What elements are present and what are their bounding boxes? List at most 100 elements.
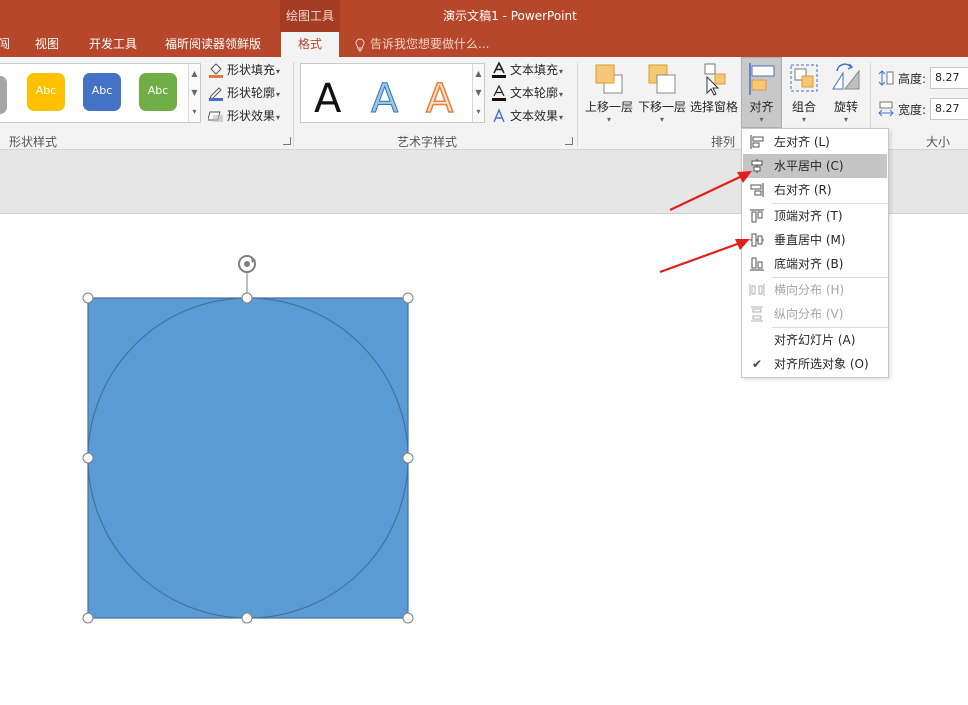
menu-item-label: 垂直居中 (M) <box>774 233 846 247</box>
width-input[interactable]: 8.27 <box>930 98 968 120</box>
tell-me-text: 告诉我您想要做什么... <box>370 37 490 51</box>
height-icon <box>878 70 894 86</box>
shape-effects-label: 形状效果 <box>227 109 276 123</box>
menu-item-label: 右对齐 (R) <box>774 183 832 197</box>
menu-item-align-bottom[interactable]: 底端对齐 (B) <box>743 252 887 276</box>
group-divider <box>293 62 294 147</box>
shape-gallery-scroll[interactable]: ▲ ▼ ▾ <box>188 64 200 122</box>
bring-forward-icon <box>595 64 623 94</box>
menu-item-label: 横向分布 (H) <box>774 283 845 297</box>
bring-forward-button[interactable]: 上移一层 ▾ <box>583 61 635 125</box>
rotate-label: 旋转 <box>833 100 858 114</box>
scroll-down-icon[interactable]: ▼ <box>473 83 484 102</box>
menu-item-align-middle[interactable]: 垂直居中 (M) <box>743 228 887 252</box>
shape-outline-button[interactable]: 形状轮廓▾ <box>208 83 280 103</box>
shape-styles-group-label: 形状样式 <box>9 135 58 149</box>
selected-shapes[interactable] <box>70 248 430 638</box>
menu-item-label: 左对齐 (L) <box>774 135 830 149</box>
selection-pane-icon <box>704 63 726 96</box>
rotate-icon <box>832 63 860 90</box>
wordart-blue[interactable]: A <box>370 74 398 124</box>
align-left-icon <box>750 135 764 149</box>
align-top-icon <box>750 209 764 223</box>
menu-item-align-top[interactable]: 顶端对齐 (T) <box>743 204 887 228</box>
wordart-gallery-scroll[interactable]: ▲ ▼ ▾ <box>472 64 484 122</box>
scroll-up-icon[interactable]: ▲ <box>473 64 484 83</box>
menu-item-align-selected-objects[interactable]: ✔ 对齐所选对象 (O) <box>743 352 887 376</box>
width-label: 宽度: <box>898 103 927 117</box>
height-input[interactable]: 8.27 <box>930 67 968 89</box>
tab-view[interactable]: 视图 <box>35 32 59 57</box>
paint-bucket-icon <box>209 62 223 78</box>
shape-effects-button[interactable]: 形状效果▾ <box>208 106 280 126</box>
shape-styles-launcher-icon[interactable] <box>283 137 291 145</box>
menu-item-align-left[interactable]: 左对齐 (L) <box>743 130 887 154</box>
shape-fill-button[interactable]: 形状填充▾ <box>208 60 280 80</box>
menu-item-label: 顶端对齐 (T) <box>774 209 843 223</box>
group-button[interactable]: 组合 ▾ <box>786 61 822 125</box>
text-outline-button[interactable]: 文本轮廓▾ <box>491 83 563 103</box>
selection-pane-label: 选择窗格 <box>689 100 738 114</box>
more-icon[interactable]: ▾ <box>189 102 200 121</box>
tab-foxit-reader[interactable]: 福昕阅读器领鲜版 <box>165 32 261 57</box>
menu-item-align-right[interactable]: 右对齐 (R) <box>743 178 887 202</box>
shape-outline-label: 形状轮廓 <box>227 86 276 100</box>
tab-review-partial[interactable]: 闯 <box>0 32 10 57</box>
shape-effects-icon <box>208 111 223 122</box>
text-outline-icon <box>492 84 506 101</box>
arrange-group-label: 排列 <box>711 135 736 149</box>
menu-item-label: 纵向分布 (V) <box>774 307 844 321</box>
wordart-styles-gallery[interactable]: A A A ▲ ▼ ▾ <box>300 63 485 123</box>
more-icon[interactable]: ▾ <box>473 102 484 121</box>
bring-forward-label: 上移一层 <box>584 100 633 114</box>
wordart-orange[interactable]: A <box>425 74 454 124</box>
menu-item-label: 水平居中 (C) <box>774 159 844 173</box>
rotation-handle-icon[interactable] <box>238 255 256 298</box>
rotate-button[interactable]: 旋转 ▾ <box>828 61 864 125</box>
wordart-styles-launcher-icon[interactable] <box>565 137 573 145</box>
tab-format[interactable]: 格式 <box>281 32 339 57</box>
text-fill-label: 文本填充 <box>510 63 559 77</box>
text-outline-label: 文本轮廓 <box>510 86 559 100</box>
tell-me-search[interactable]: 告诉我您想要做什么... <box>354 32 489 57</box>
menu-item-align-center[interactable]: 水平居中 (C) <box>743 154 887 178</box>
group-label: 组合 <box>791 100 816 114</box>
align-middle-icon <box>750 233 764 247</box>
send-backward-icon <box>648 64 676 94</box>
menu-item-distribute-vertical: 纵向分布 (V) <box>743 302 887 326</box>
tab-developer[interactable]: 开发工具 <box>89 32 137 57</box>
align-dropdown-menu: 左对齐 (L) 水平居中 (C) 右对齐 (R) 顶端对齐 (T) 垂直居中 (… <box>741 128 889 378</box>
title-bar: 绘图工具 演示文稿1 - PowerPoint <box>0 0 968 32</box>
distribute-vertical-icon <box>751 306 763 322</box>
document-title: 演示文稿1 - PowerPoint <box>443 9 577 23</box>
shape-style-green[interactable]: Abc <box>139 73 177 111</box>
selection-pane-button[interactable]: 选择窗格 <box>689 61 739 115</box>
check-icon: ✔ <box>752 357 763 371</box>
shape-style-orange[interactable]: Abc <box>27 73 65 111</box>
shape-styles-gallery[interactable]: Abc Abc Abc ▲ ▼ ▾ <box>0 63 201 123</box>
width-icon <box>878 101 894 117</box>
text-effects-button[interactable]: 文本效果▾ <box>491 106 563 126</box>
scroll-down-icon[interactable]: ▼ <box>189 83 200 102</box>
group-divider <box>577 62 578 147</box>
align-icon <box>748 63 774 95</box>
blue-circle-shape[interactable] <box>87 297 409 619</box>
pencil-icon <box>209 86 223 101</box>
group-icon <box>790 64 818 92</box>
send-backward-label: 下移一层 <box>637 100 686 114</box>
menu-item-align-to-slide[interactable]: 对齐幻灯片 (A) <box>743 328 887 352</box>
menu-item-distribute-horizontal: 横向分布 (H) <box>743 278 887 302</box>
align-button[interactable]: 对齐 ▾ <box>741 61 782 125</box>
ribbon-tab-row: 闯 视图 开发工具 福昕阅读器领鲜版 格式 告诉我您想要做什么... <box>0 32 968 57</box>
wordart-black[interactable]: A <box>314 74 341 124</box>
text-fill-button[interactable]: 文本填充▾ <box>491 60 563 80</box>
shape-fill-label: 形状填充 <box>227 63 276 77</box>
scroll-up-icon[interactable]: ▲ <box>189 64 200 83</box>
align-bottom-icon <box>750 257 764 271</box>
send-backward-button[interactable]: 下移一层 ▾ <box>636 61 688 125</box>
menu-item-label: 底端对齐 (B) <box>774 257 844 271</box>
height-label: 高度: <box>898 72 927 86</box>
shape-style-gray-partial[interactable] <box>0 76 7 114</box>
shape-style-blue[interactable]: Abc <box>83 73 121 111</box>
size-group-label: 大小 <box>926 135 951 149</box>
